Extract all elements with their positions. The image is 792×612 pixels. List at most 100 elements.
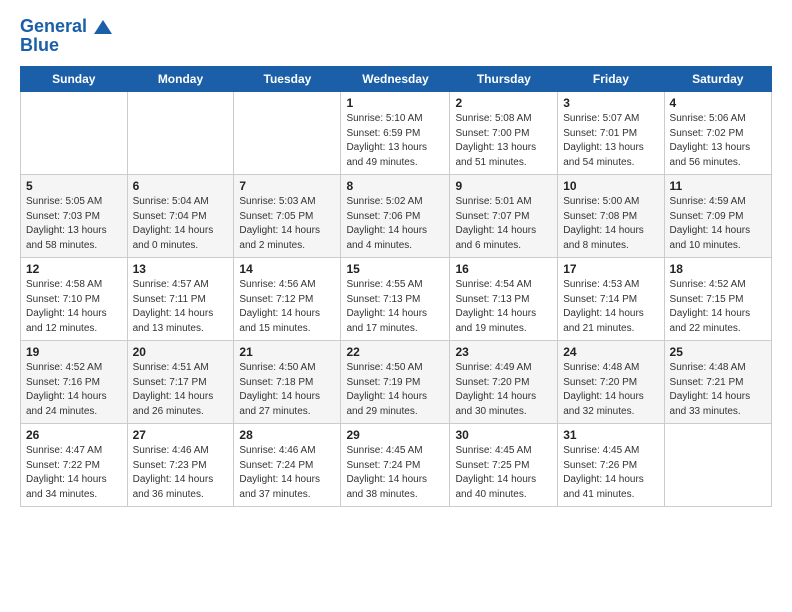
weekday-header-saturday: Saturday bbox=[664, 67, 771, 92]
day-number: 23 bbox=[455, 345, 552, 359]
day-number: 7 bbox=[239, 179, 335, 193]
day-info: Sunrise: 4:54 AMSunset: 7:13 PMDaylight:… bbox=[455, 278, 552, 336]
day-info: Sunrise: 5:05 AMSunset: 7:03 PMDaylight:… bbox=[26, 195, 122, 253]
day-info: Sunrise: 4:52 AMSunset: 7:15 PMDaylight:… bbox=[670, 278, 766, 336]
logo-blue-text: Blue bbox=[20, 35, 112, 56]
day-cell: 9 Sunrise: 5:01 AMSunset: 7:07 PMDaylight… bbox=[450, 175, 558, 258]
day-info: Sunrise: 5:10 AMSunset: 6:59 PMDaylight:… bbox=[346, 112, 444, 170]
logo-icon bbox=[94, 20, 112, 34]
day-number: 26 bbox=[26, 428, 122, 442]
day-info: Sunrise: 4:45 AMSunset: 7:25 PMDaylight:… bbox=[455, 444, 552, 502]
day-info: Sunrise: 4:51 AMSunset: 7:17 PMDaylight:… bbox=[133, 361, 229, 419]
day-info: Sunrise: 4:46 AMSunset: 7:24 PMDaylight:… bbox=[239, 444, 335, 502]
week-row-3: 12 Sunrise: 4:58 AMSunset: 7:10 PMDayligh… bbox=[21, 258, 772, 341]
weekday-header-wednesday: Wednesday bbox=[341, 67, 450, 92]
day-number: 1 bbox=[346, 96, 444, 110]
day-info: Sunrise: 5:01 AMSunset: 7:07 PMDaylight:… bbox=[455, 195, 552, 253]
day-info: Sunrise: 4:57 AMSunset: 7:11 PMDaylight:… bbox=[133, 278, 229, 336]
day-number: 21 bbox=[239, 345, 335, 359]
day-number: 17 bbox=[563, 262, 658, 276]
day-cell bbox=[664, 424, 771, 507]
day-info: Sunrise: 4:56 AMSunset: 7:12 PMDaylight:… bbox=[239, 278, 335, 336]
day-cell: 7 Sunrise: 5:03 AMSunset: 7:05 PMDaylight… bbox=[234, 175, 341, 258]
day-cell: 11Sunrise: 4:59 AMSunset: 7:09 PMDayligh… bbox=[664, 175, 771, 258]
week-row-2: 5 Sunrise: 5:05 AMSunset: 7:03 PMDaylight… bbox=[21, 175, 772, 258]
day-cell: 27 Sunrise: 4:46 AMSunset: 7:23 PMDayligh… bbox=[127, 424, 234, 507]
logo: General Blue bbox=[20, 16, 112, 56]
day-number: 3 bbox=[563, 96, 658, 110]
day-cell: 12 Sunrise: 4:58 AMSunset: 7:10 PMDayligh… bbox=[21, 258, 128, 341]
day-number: 29 bbox=[346, 428, 444, 442]
day-cell: 16 Sunrise: 4:54 AMSunset: 7:13 PMDayligh… bbox=[450, 258, 558, 341]
day-number: 2 bbox=[455, 96, 552, 110]
day-cell: 3 Sunrise: 5:07 AMSunset: 7:01 PMDaylight… bbox=[558, 92, 664, 175]
day-number: 5 bbox=[26, 179, 122, 193]
day-info: Sunrise: 4:58 AMSunset: 7:10 PMDaylight:… bbox=[26, 278, 122, 336]
day-cell: 21 Sunrise: 4:50 AMSunset: 7:18 PMDayligh… bbox=[234, 341, 341, 424]
day-info: Sunrise: 4:59 AMSunset: 7:09 PMDaylight:… bbox=[670, 195, 766, 253]
day-cell bbox=[127, 92, 234, 175]
day-number: 14 bbox=[239, 262, 335, 276]
day-info: Sunrise: 4:48 AMSunset: 7:21 PMDaylight:… bbox=[670, 361, 766, 419]
day-cell: 26 Sunrise: 4:47 AMSunset: 7:22 PMDayligh… bbox=[21, 424, 128, 507]
day-info: Sunrise: 5:02 AMSunset: 7:06 PMDaylight:… bbox=[346, 195, 444, 253]
day-info: Sunrise: 5:06 AMSunset: 7:02 PMDaylight:… bbox=[670, 112, 766, 170]
day-info: Sunrise: 4:55 AMSunset: 7:13 PMDaylight:… bbox=[346, 278, 444, 336]
day-cell: 6 Sunrise: 5:04 AMSunset: 7:04 PMDaylight… bbox=[127, 175, 234, 258]
week-row-4: 19 Sunrise: 4:52 AMSunset: 7:16 PMDayligh… bbox=[21, 341, 772, 424]
day-info: Sunrise: 4:50 AMSunset: 7:19 PMDaylight:… bbox=[346, 361, 444, 419]
weekday-header-tuesday: Tuesday bbox=[234, 67, 341, 92]
day-number: 22 bbox=[346, 345, 444, 359]
day-number: 13 bbox=[133, 262, 229, 276]
weekday-header-thursday: Thursday bbox=[450, 67, 558, 92]
day-number: 6 bbox=[133, 179, 229, 193]
day-number: 19 bbox=[26, 345, 122, 359]
day-cell: 10Sunrise: 5:00 AMSunset: 7:08 PMDayligh… bbox=[558, 175, 664, 258]
weekday-header-sunday: Sunday bbox=[21, 67, 128, 92]
weekday-header-row: SundayMondayTuesdayWednesdayThursdayFrid… bbox=[21, 67, 772, 92]
day-info: Sunrise: 5:04 AMSunset: 7:04 PMDaylight:… bbox=[133, 195, 229, 253]
day-number: 15 bbox=[346, 262, 444, 276]
day-cell: 4 Sunrise: 5:06 AMSunset: 7:02 PMDaylight… bbox=[664, 92, 771, 175]
day-info: Sunrise: 4:53 AMSunset: 7:14 PMDaylight:… bbox=[563, 278, 658, 336]
day-number: 4 bbox=[670, 96, 766, 110]
day-number: 9 bbox=[455, 179, 552, 193]
day-info: Sunrise: 4:48 AMSunset: 7:20 PMDaylight:… bbox=[563, 361, 658, 419]
calendar-page: General Blue SundayMondayTuesdayWednesda… bbox=[0, 0, 792, 612]
week-row-1: 1 Sunrise: 5:10 AMSunset: 6:59 PMDaylight… bbox=[21, 92, 772, 175]
day-info: Sunrise: 4:50 AMSunset: 7:18 PMDaylight:… bbox=[239, 361, 335, 419]
calendar-table: SundayMondayTuesdayWednesdayThursdayFrid… bbox=[20, 66, 772, 507]
day-info: Sunrise: 4:52 AMSunset: 7:16 PMDaylight:… bbox=[26, 361, 122, 419]
day-number: 30 bbox=[455, 428, 552, 442]
week-row-5: 26 Sunrise: 4:47 AMSunset: 7:22 PMDayligh… bbox=[21, 424, 772, 507]
day-cell: 23 Sunrise: 4:49 AMSunset: 7:20 PMDayligh… bbox=[450, 341, 558, 424]
day-cell: 25 Sunrise: 4:48 AMSunset: 7:21 PMDayligh… bbox=[664, 341, 771, 424]
logo-text: General bbox=[20, 16, 112, 37]
day-number: 28 bbox=[239, 428, 335, 442]
day-cell: 22 Sunrise: 4:50 AMSunset: 7:19 PMDayligh… bbox=[341, 341, 450, 424]
day-number: 27 bbox=[133, 428, 229, 442]
day-number: 24 bbox=[563, 345, 658, 359]
weekday-header-friday: Friday bbox=[558, 67, 664, 92]
day-number: 12 bbox=[26, 262, 122, 276]
day-cell: 1 Sunrise: 5:10 AMSunset: 6:59 PMDaylight… bbox=[341, 92, 450, 175]
day-info: Sunrise: 4:47 AMSunset: 7:22 PMDaylight:… bbox=[26, 444, 122, 502]
day-info: Sunrise: 5:07 AMSunset: 7:01 PMDaylight:… bbox=[563, 112, 658, 170]
day-cell: 24 Sunrise: 4:48 AMSunset: 7:20 PMDayligh… bbox=[558, 341, 664, 424]
day-info: Sunrise: 4:46 AMSunset: 7:23 PMDaylight:… bbox=[133, 444, 229, 502]
day-number: 25 bbox=[670, 345, 766, 359]
day-cell: 13 Sunrise: 4:57 AMSunset: 7:11 PMDayligh… bbox=[127, 258, 234, 341]
day-number: 18 bbox=[670, 262, 766, 276]
day-number: 20 bbox=[133, 345, 229, 359]
day-number: 31 bbox=[563, 428, 658, 442]
day-cell: 28 Sunrise: 4:46 AMSunset: 7:24 PMDayligh… bbox=[234, 424, 341, 507]
day-info: Sunrise: 4:49 AMSunset: 7:20 PMDaylight:… bbox=[455, 361, 552, 419]
day-cell: 29Sunrise: 4:45 AMSunset: 7:24 PMDayligh… bbox=[341, 424, 450, 507]
day-cell: 18 Sunrise: 4:52 AMSunset: 7:15 PMDayligh… bbox=[664, 258, 771, 341]
day-info: Sunrise: 5:03 AMSunset: 7:05 PMDaylight:… bbox=[239, 195, 335, 253]
day-info: Sunrise: 4:45 AMSunset: 7:26 PMDaylight:… bbox=[563, 444, 658, 502]
day-number: 8 bbox=[346, 179, 444, 193]
day-number: 16 bbox=[455, 262, 552, 276]
day-cell: 19 Sunrise: 4:52 AMSunset: 7:16 PMDayligh… bbox=[21, 341, 128, 424]
day-cell: 2Sunrise: 5:08 AMSunset: 7:00 PMDaylight… bbox=[450, 92, 558, 175]
